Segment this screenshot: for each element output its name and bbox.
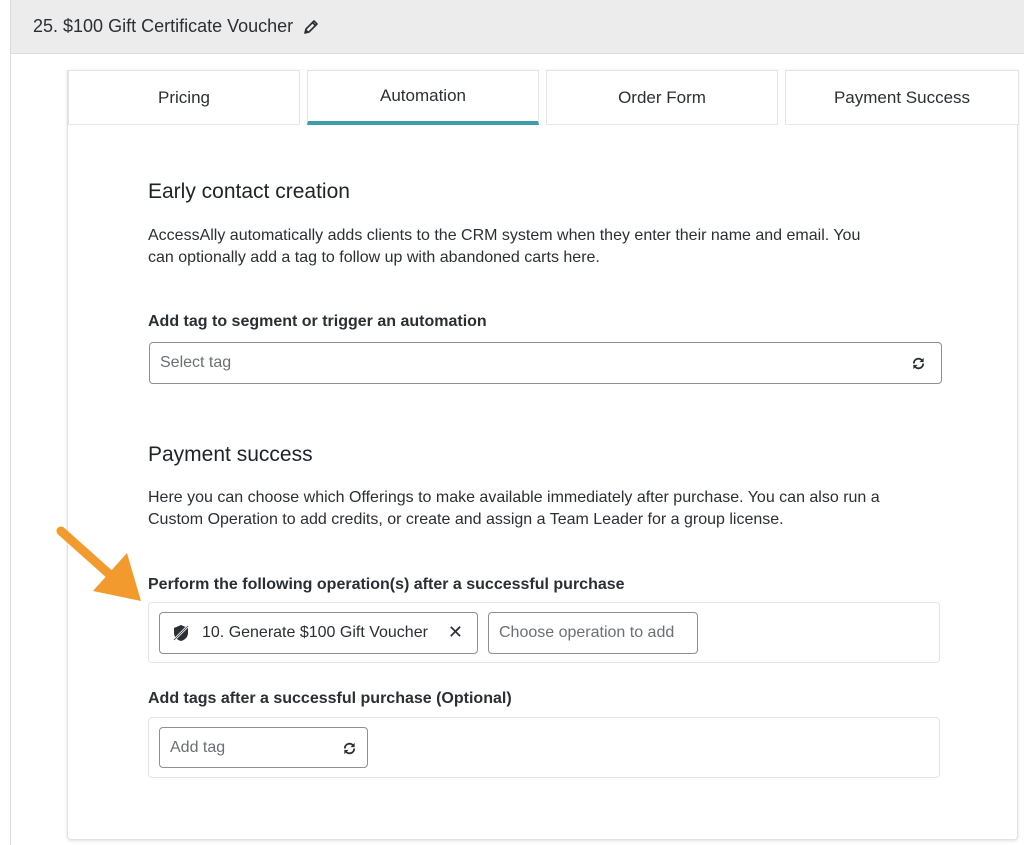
description-line: Here you can choose which Offerings to m…	[148, 489, 880, 506]
choose-operation-placeholder: Choose operation to add	[499, 624, 675, 641]
select-tag-placeholder: Select tag	[160, 354, 232, 371]
select-tag-dropdown[interactable]: Select tag	[149, 342, 942, 384]
remove-operation-button[interactable]: ✕	[448, 622, 463, 643]
refresh-icon[interactable]	[911, 356, 926, 371]
tab-automation[interactable]: Automation	[307, 70, 539, 125]
tab-label: Pricing	[158, 87, 210, 107]
tab-label: Automation	[380, 86, 466, 105]
add-tag-placeholder: Add tag	[170, 738, 226, 756]
early-contact-heading: Early contact creation	[148, 180, 350, 203]
tab-bar: Pricing Automation Order Form Payment Su…	[68, 70, 1019, 125]
operations-label: Perform the following operation(s) after…	[148, 576, 625, 593]
tab-label: Payment Success	[833, 87, 971, 107]
offering-title-bar: 25. $100 Gift Certificate Voucher	[11, 0, 1024, 54]
orange-arrow	[56, 526, 141, 601]
operations-field[interactable]: 10. Generate $100 Gift Voucher ✕ Choose …	[148, 602, 940, 663]
payment-success-heading: Payment success	[148, 443, 313, 466]
tags-after-purchase-label: Add tags after a successful purchase (Op…	[148, 690, 512, 707]
tab-order-form[interactable]: Order Form	[546, 70, 778, 125]
selected-operation-label: 10. Generate $100 Gift Voucher	[202, 624, 428, 641]
payment-success-description: Here you can choose which Offerings to m…	[148, 487, 948, 531]
offering-title: 25. $100 Gift Certificate Voucher	[33, 16, 294, 36]
tags-after-purchase-field: Add tag	[148, 717, 940, 778]
pencil-icon[interactable]	[303, 19, 319, 35]
shield-slash-icon	[173, 625, 189, 641]
tab-payment-success[interactable]: Payment Success	[785, 70, 1019, 125]
description-line: Custom Operation to add credits, or crea…	[148, 511, 784, 528]
description-line: AccessAlly automatically adds clients to…	[148, 227, 861, 244]
description-line: can optionally add a tag to follow up wi…	[148, 249, 600, 266]
tab-label: Order Form	[618, 87, 706, 107]
tab-pricing[interactable]: Pricing	[68, 70, 300, 125]
settings-card: Pricing Automation Order Form Payment Su…	[67, 70, 1019, 840]
choose-operation-input[interactable]: Choose operation to add	[488, 612, 698, 654]
early-contact-description: AccessAlly automatically adds clients to…	[148, 225, 948, 269]
add-tag-dropdown[interactable]: Add tag	[159, 727, 368, 768]
refresh-icon[interactable]	[342, 741, 357, 756]
segment-tag-label: Add tag to segment or trigger an automat…	[148, 313, 487, 330]
selected-operation-chip: 10. Generate $100 Gift Voucher ✕	[159, 612, 478, 654]
